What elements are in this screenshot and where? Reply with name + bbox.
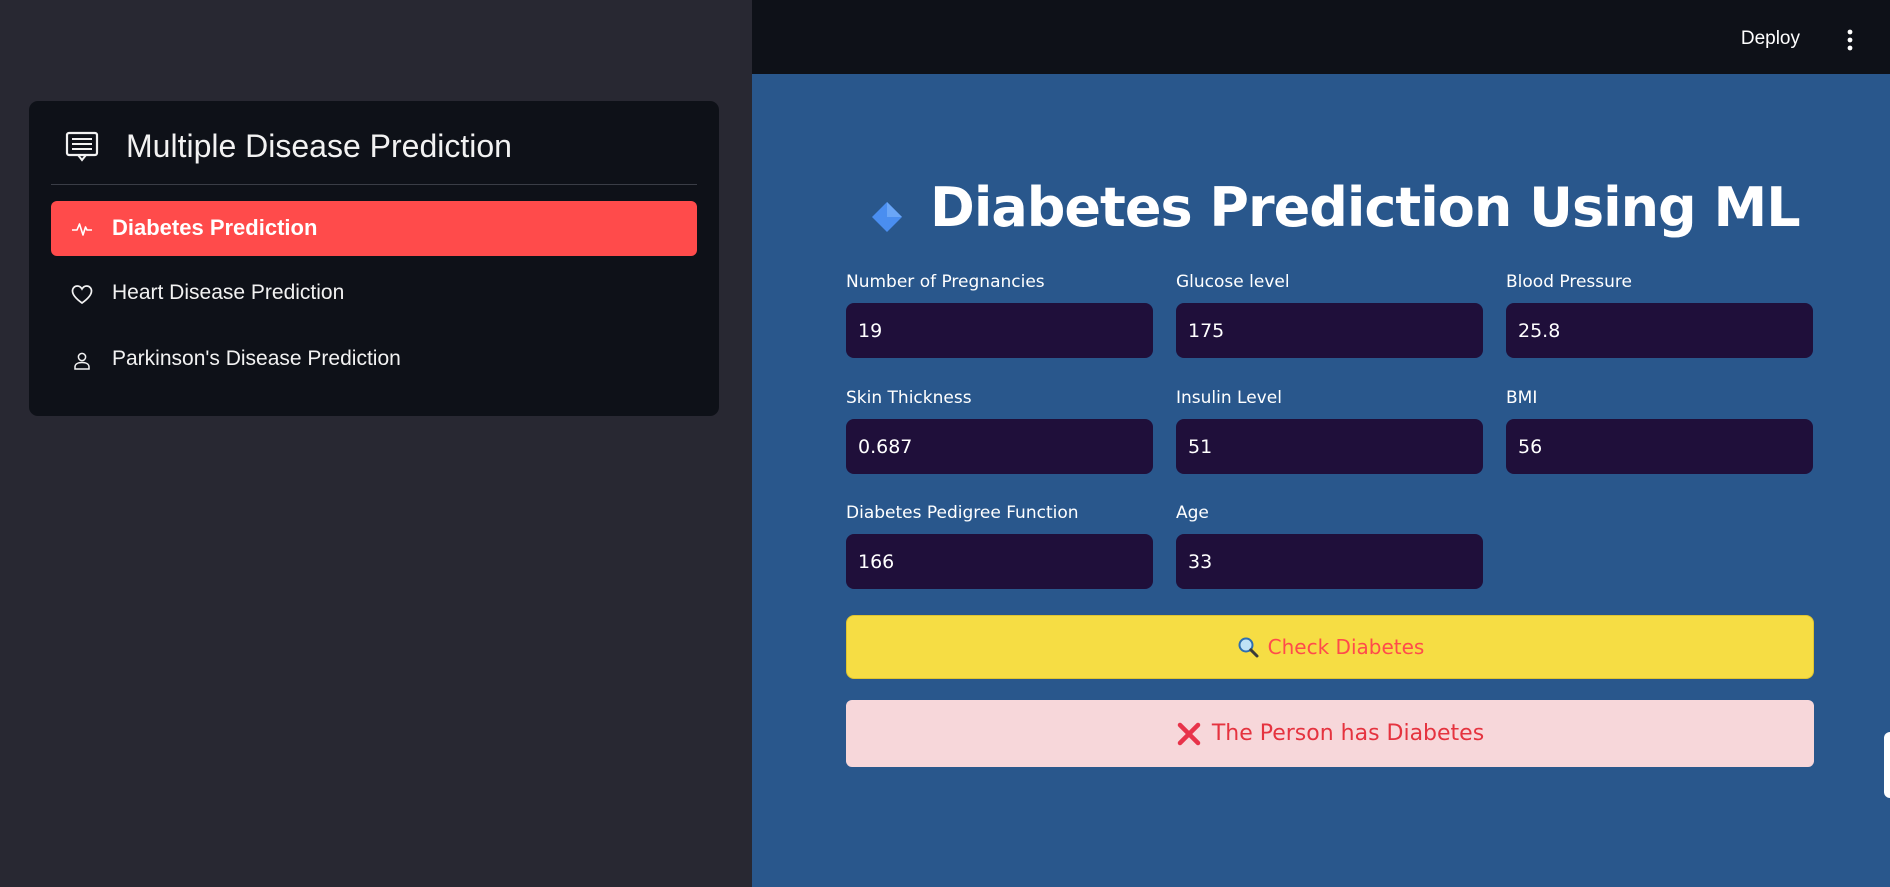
check-diabetes-button[interactable]: Check Diabetes	[846, 615, 1814, 679]
diamond-icon	[872, 202, 902, 232]
scroll-handle[interactable]	[1884, 732, 1890, 798]
menu-item-diabetes-prediction[interactable]: Diabetes Prediction	[51, 201, 697, 256]
check-button-label: Check Diabetes	[1267, 635, 1425, 659]
menu-divider	[51, 184, 697, 185]
glucose-field: Glucose level	[1176, 272, 1483, 358]
field-label: Diabetes Pedigree Function	[846, 503, 1079, 523]
pregnancies-input[interactable]	[846, 303, 1153, 358]
blood-pressure-field: Blood Pressure	[1506, 272, 1813, 358]
result-alert: The Person has Diabetes	[846, 700, 1814, 767]
menu-item-label: Parkinson's Disease Prediction	[112, 347, 401, 370]
menu-item-label: Heart Disease Prediction	[112, 281, 345, 304]
menu-item-parkinsons-disease-prediction[interactable]: Parkinson's Disease Prediction	[51, 333, 697, 388]
top-bar: Deploy	[752, 0, 1890, 74]
deploy-button[interactable]: Deploy	[1741, 28, 1800, 50]
list-icon	[65, 131, 99, 162]
option-menu: Multiple Disease Prediction Diabetes Pre…	[29, 101, 719, 416]
magnifier-icon	[1238, 637, 1259, 658]
pedigree-input[interactable]	[846, 534, 1153, 589]
age-input[interactable]	[1176, 534, 1483, 589]
menu-item-label: Diabetes Prediction	[112, 215, 318, 240]
field-label: BMI	[1506, 388, 1538, 408]
sidebar: Multiple Disease Prediction Diabetes Pre…	[0, 0, 752, 887]
menu-item-heart-disease-prediction[interactable]: Heart Disease Prediction	[51, 267, 697, 322]
field-label: Insulin Level	[1176, 388, 1282, 408]
bmi-input[interactable]	[1506, 419, 1813, 474]
person-icon	[74, 352, 90, 370]
result-text: The Person has Diabetes	[1211, 721, 1485, 746]
kebab-menu-icon[interactable]	[1846, 28, 1854, 52]
menu-title: Multiple Disease Prediction	[126, 128, 512, 164]
insulin-field: Insulin Level	[1176, 388, 1483, 474]
heart-icon	[71, 285, 93, 305]
main-content: Diabetes Prediction Using ML Number of P…	[752, 74, 1890, 887]
menu-header: Multiple Disease Prediction	[29, 101, 719, 185]
blood-pressure-input[interactable]	[1506, 303, 1813, 358]
field-label: Skin Thickness	[846, 388, 972, 408]
field-label: Number of Pregnancies	[846, 272, 1045, 292]
bmi-field: BMI	[1506, 388, 1813, 474]
field-label: Glucose level	[1176, 272, 1290, 292]
skin-thickness-field: Skin Thickness	[846, 388, 1153, 474]
field-label: Age	[1176, 503, 1209, 523]
activity-icon	[72, 223, 92, 236]
page-title: Diabetes Prediction Using ML	[930, 176, 1801, 239]
pregnancies-field: Number of Pregnancies	[846, 272, 1153, 358]
age-field: Age	[1176, 503, 1483, 589]
pedigree-field: Diabetes Pedigree Function	[846, 503, 1153, 589]
insulin-input[interactable]	[1176, 419, 1483, 474]
field-label: Blood Pressure	[1506, 272, 1632, 292]
cross-icon	[1177, 722, 1201, 745]
skin-thickness-input[interactable]	[846, 419, 1153, 474]
glucose-input[interactable]	[1176, 303, 1483, 358]
